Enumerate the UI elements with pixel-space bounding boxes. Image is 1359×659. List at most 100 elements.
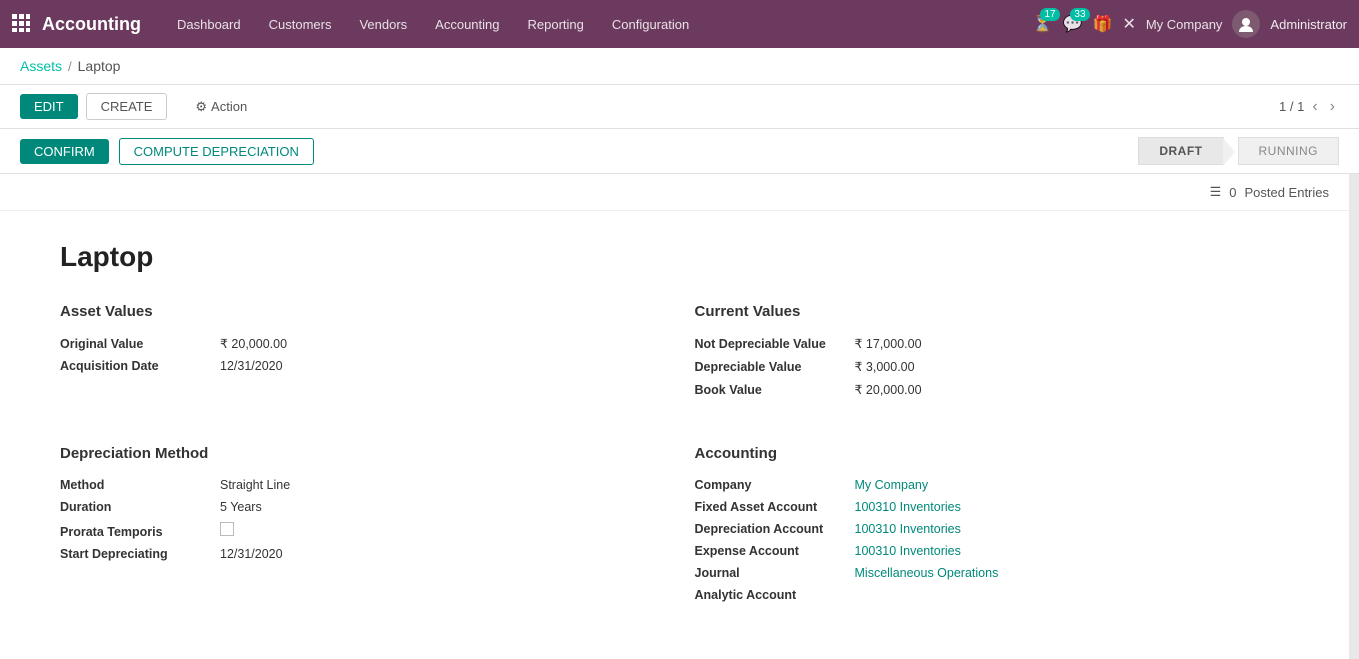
- fixed-asset-account-value[interactable]: 100310 Inventories: [855, 500, 961, 514]
- not-depreciable-value: ₹ 17,000.00: [855, 336, 922, 351]
- fixed-asset-account-row: Fixed Asset Account 100310 Inventories: [695, 500, 1290, 514]
- depreciation-method-section: Depreciation Method Method Straight Line…: [60, 445, 655, 610]
- scrollbar-track: [1349, 174, 1359, 659]
- current-values-title: Current Values: [695, 303, 1290, 320]
- company-row: Company My Company: [695, 478, 1290, 492]
- journal-label: Journal: [695, 566, 855, 580]
- app-brand: Accounting: [42, 14, 141, 35]
- chat-badge: 33: [1070, 8, 1089, 21]
- nav-dashboard[interactable]: Dashboard: [165, 11, 253, 38]
- not-depreciable-row: Not Depreciable Value ₹ 17,000.00: [695, 336, 1290, 351]
- fixed-asset-account-label: Fixed Asset Account: [695, 500, 855, 514]
- action-label: Action: [211, 99, 247, 114]
- original-value-row: Original Value ₹ 20,000.00: [60, 336, 655, 351]
- gift-icon-btn[interactable]: 🎁: [1093, 14, 1113, 34]
- acquisition-date-label: Acquisition Date: [60, 359, 220, 373]
- content-wrapper: ☰ 0 Posted Entries Laptop Asset Values O…: [0, 174, 1359, 659]
- journal-row: Journal Miscellaneous Operations: [695, 566, 1290, 580]
- original-value-label: Original Value: [60, 337, 220, 351]
- depreciable-label: Depreciable Value: [695, 360, 855, 374]
- pagination-text: 1 / 1: [1279, 99, 1304, 114]
- company-value[interactable]: My Company: [855, 478, 929, 492]
- action-menu[interactable]: ⚙ Action: [195, 99, 247, 115]
- duration-row: Duration 5 Years: [60, 500, 655, 514]
- nav-configuration[interactable]: Configuration: [600, 11, 701, 38]
- method-label: Method: [60, 478, 220, 492]
- prorata-row: Prorata Temporis: [60, 522, 655, 539]
- company-label: Company: [695, 478, 855, 492]
- accounting-title: Accounting: [695, 445, 1290, 462]
- prorata-label: Prorata Temporis: [60, 525, 220, 539]
- nav-menu: Dashboard Customers Vendors Accounting R…: [165, 11, 1033, 38]
- gear-icon: ⚙: [195, 99, 207, 115]
- prorata-checkbox[interactable]: [220, 522, 234, 536]
- next-arrow[interactable]: ›: [1326, 96, 1339, 118]
- depreciation-account-label: Depreciation Account: [695, 522, 855, 536]
- depreciable-value: ₹ 3,000.00: [855, 359, 915, 374]
- duration-value: 5 Years: [220, 500, 262, 514]
- depreciation-account-value[interactable]: 100310 Inventories: [855, 522, 961, 536]
- start-depreciating-label: Start Depreciating: [60, 547, 220, 561]
- accounting-section: Accounting Company My Company Fixed Asse…: [695, 445, 1290, 610]
- compute-depreciation-button[interactable]: COMPUTE DEPRECIATION: [119, 138, 314, 165]
- analytic-account-label: Analytic Account: [695, 588, 855, 602]
- asset-values-title: Asset Values: [60, 303, 655, 320]
- action-bar: EDIT CREATE ⚙ Action 1 / 1 ‹ ›: [0, 85, 1359, 129]
- expense-account-label: Expense Account: [695, 544, 855, 558]
- book-value-row: Book Value ₹ 20,000.00: [695, 382, 1290, 397]
- method-row: Method Straight Line: [60, 478, 655, 492]
- breadcrumb-current: Laptop: [78, 58, 121, 74]
- workflow-steps: DRAFT RUNNING: [1138, 137, 1339, 165]
- step-running: RUNNING: [1238, 137, 1340, 165]
- book-value: ₹ 20,000.00: [855, 382, 922, 397]
- create-button[interactable]: CREATE: [86, 93, 168, 120]
- expense-account-row: Expense Account 100310 Inventories: [695, 544, 1290, 558]
- method-value: Straight Line: [220, 478, 290, 492]
- posted-entries-count: 0: [1229, 185, 1236, 200]
- start-depreciating-row: Start Depreciating 12/31/2020: [60, 547, 655, 561]
- form-columns: Asset Values Original Value ₹ 20,000.00 …: [60, 303, 1289, 610]
- confirm-button[interactable]: CONFIRM: [20, 139, 109, 164]
- avatar: [1232, 10, 1260, 38]
- current-values-section: Current Values Not Depreciable Value ₹ 1…: [695, 303, 1290, 405]
- edit-button[interactable]: EDIT: [20, 94, 78, 119]
- acquisition-date: 12/31/2020: [220, 359, 283, 373]
- clock-icon-btn[interactable]: ⏳ 17: [1033, 14, 1053, 34]
- analytic-account-row: Analytic Account: [695, 588, 1290, 602]
- asset-title: Laptop: [60, 241, 1289, 273]
- expense-account-value[interactable]: 100310 Inventories: [855, 544, 961, 558]
- main-content: ☰ 0 Posted Entries Laptop Asset Values O…: [0, 174, 1349, 659]
- original-value: ₹ 20,000.00: [220, 336, 287, 351]
- breadcrumb-separator: /: [68, 59, 72, 74]
- start-depreciating-value: 12/31/2020: [220, 547, 283, 561]
- acquisition-date-row: Acquisition Date 12/31/2020: [60, 359, 655, 373]
- username: Administrator: [1270, 17, 1347, 32]
- nav-reporting[interactable]: Reporting: [516, 11, 596, 38]
- not-depreciable-label: Not Depreciable Value: [695, 337, 855, 351]
- asset-values-section: Asset Values Original Value ₹ 20,000.00 …: [60, 303, 655, 405]
- list-icon: ☰: [1210, 184, 1222, 200]
- nav-vendors[interactable]: Vendors: [347, 11, 419, 38]
- depreciation-method-title: Depreciation Method: [60, 445, 655, 462]
- grid-icon[interactable]: [12, 14, 30, 35]
- nav-accounting[interactable]: Accounting: [423, 11, 511, 38]
- clock-badge: 17: [1040, 8, 1059, 21]
- chat-icon-btn[interactable]: 💬 33: [1063, 14, 1083, 34]
- journal-value[interactable]: Miscellaneous Operations: [855, 566, 999, 580]
- nav-customers[interactable]: Customers: [257, 11, 344, 38]
- duration-label: Duration: [60, 500, 220, 514]
- close-icon-btn[interactable]: ✕: [1122, 14, 1135, 34]
- document-container: ☰ 0 Posted Entries Laptop Asset Values O…: [0, 174, 1349, 659]
- company-name: My Company: [1146, 17, 1223, 32]
- breadcrumb-parent[interactable]: Assets: [20, 58, 62, 74]
- step-draft: DRAFT: [1138, 137, 1223, 165]
- pagination: 1 / 1 ‹ ›: [1279, 96, 1339, 118]
- document-body: Laptop Asset Values Original Value ₹ 20,…: [0, 211, 1349, 659]
- prev-arrow[interactable]: ‹: [1308, 96, 1321, 118]
- breadcrumb-bar: Assets / Laptop: [0, 48, 1359, 85]
- navbar: Accounting Dashboard Customers Vendors A…: [0, 0, 1359, 48]
- navbar-right: ⏳ 17 💬 33 🎁 ✕ My Company Administrator: [1033, 10, 1347, 38]
- posted-entries-button[interactable]: ☰ 0 Posted Entries: [1210, 184, 1329, 200]
- status-bar: CONFIRM COMPUTE DEPRECIATION DRAFT RUNNI…: [0, 129, 1359, 174]
- depreciation-account-row: Depreciation Account 100310 Inventories: [695, 522, 1290, 536]
